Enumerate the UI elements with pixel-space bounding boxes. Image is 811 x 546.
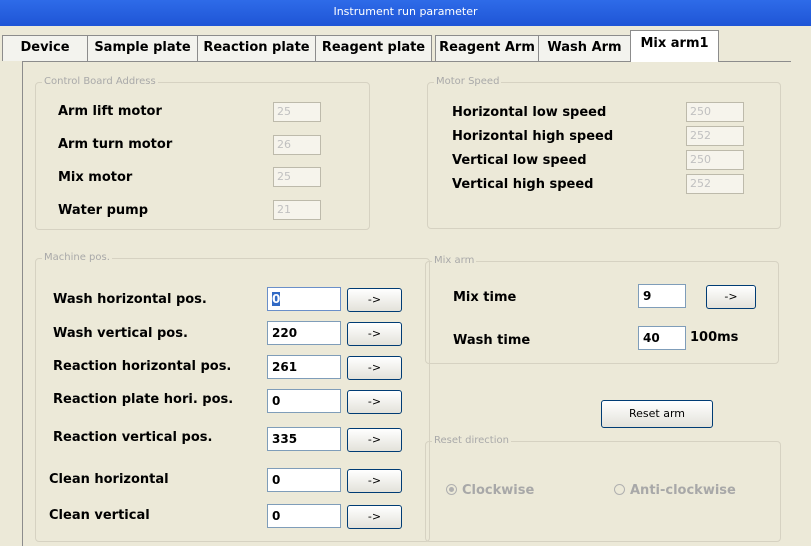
- mix-arm-group: Mix arm Mix time 9 -> Wash time 40 100ms: [425, 254, 779, 364]
- clean-vertical-go-button[interactable]: ->: [347, 505, 402, 529]
- clean-horizontal-input[interactable]: 0: [267, 468, 341, 492]
- wash-horizontal-pos-input[interactable]: 0: [267, 287, 341, 311]
- radio-unselected-icon: [614, 484, 625, 495]
- anti-clockwise-label: Anti-clockwise: [630, 483, 736, 498]
- motor-speed-legend: Motor Speed: [434, 75, 502, 89]
- tab-reaction-plate[interactable]: Reaction plate: [197, 35, 316, 61]
- arm-turn-motor-field: 26: [273, 135, 321, 155]
- wash-horizontal-pos-value: 0: [272, 292, 281, 306]
- radio-selected-icon: [446, 484, 457, 495]
- horizontal-low-speed-field: 250: [686, 102, 744, 122]
- clockwise-radio[interactable]: Clockwise: [446, 483, 534, 499]
- tab-reagent-plate[interactable]: Reagent plate: [315, 35, 432, 61]
- window-titlebar: Instrument run parameter: [0, 0, 811, 26]
- wash-time-unit: 100ms: [690, 330, 739, 345]
- reaction-horizontal-pos-go-button[interactable]: ->: [347, 356, 402, 380]
- wash-horizontal-pos-label: Wash horizontal pos.: [53, 292, 207, 307]
- mix-motor-label: Mix motor: [58, 170, 133, 185]
- arm-turn-motor-label: Arm turn motor: [58, 137, 173, 152]
- control-board-address-legend: Control Board Address: [42, 75, 158, 89]
- clean-horizontal-go-button[interactable]: ->: [347, 469, 402, 493]
- reaction-horizontal-pos-label: Reaction horizontal pos.: [53, 359, 232, 374]
- mix-time-go-button[interactable]: ->: [706, 285, 756, 309]
- mix-time-label: Mix time: [453, 290, 517, 305]
- wash-vertical-pos-go-button[interactable]: ->: [347, 322, 402, 346]
- horizontal-low-speed-label: Horizontal low speed: [452, 105, 607, 120]
- horizontal-high-speed-field: 252: [686, 126, 744, 146]
- clean-horizontal-label: Clean horizontal: [49, 472, 169, 487]
- horizontal-high-speed-label: Horizontal high speed: [452, 129, 614, 144]
- control-board-address-group: Control Board Address Arm lift motor 25 …: [35, 75, 370, 230]
- reset-arm-button[interactable]: Reset arm: [601, 400, 713, 428]
- reaction-horizontal-pos-input[interactable]: 261: [267, 355, 341, 379]
- wash-time-input[interactable]: 40: [638, 326, 686, 350]
- reaction-plate-hori-pos-go-button[interactable]: ->: [347, 390, 402, 414]
- arm-lift-motor-field: 25: [273, 102, 321, 122]
- tab-reagent-arm[interactable]: Reagent Arm: [435, 35, 539, 61]
- reaction-plate-hori-pos-label: Reaction plate hori. pos.: [53, 392, 234, 407]
- water-pump-label: Water pump: [58, 203, 149, 218]
- vertical-high-speed-label: Vertical high speed: [452, 177, 594, 192]
- clean-vertical-input[interactable]: 0: [267, 504, 341, 528]
- reaction-vertical-pos-label: Reaction vertical pos.: [53, 430, 213, 445]
- clockwise-label: Clockwise: [462, 483, 535, 498]
- wash-vertical-pos-input[interactable]: 220: [267, 321, 341, 345]
- tab-mix-arm1[interactable]: Mix arm1: [630, 30, 719, 62]
- clean-vertical-label: Clean vertical: [49, 508, 150, 523]
- vertical-low-speed-label: Vertical low speed: [452, 153, 587, 168]
- tab-device[interactable]: Device: [2, 35, 88, 61]
- motor-speed-group: Motor Speed Horizontal low speed 250 Hor…: [427, 75, 781, 229]
- window-title: Instrument run parameter: [333, 5, 478, 18]
- machine-pos-legend: Machine pos.: [42, 251, 112, 265]
- vertical-high-speed-field: 252: [686, 174, 744, 194]
- reaction-vertical-pos-go-button[interactable]: ->: [347, 428, 402, 452]
- vertical-low-speed-field: 250: [686, 150, 744, 170]
- machine-pos-group: Machine pos. Wash horizontal pos. 0 -> W…: [35, 251, 430, 542]
- wash-time-label: Wash time: [453, 333, 531, 348]
- mix-motor-field: 25: [273, 167, 321, 187]
- reset-direction-legend: Reset direction: [432, 434, 511, 448]
- reaction-plate-hori-pos-input[interactable]: 0: [267, 389, 341, 413]
- reset-direction-group: Reset direction Clockwise Anti-clockwise: [425, 434, 781, 542]
- tab-wash-arm[interactable]: Wash Arm: [538, 35, 631, 61]
- tab-panel-mix-arm1: Control Board Address Arm lift motor 25 …: [22, 61, 791, 546]
- water-pump-field: 21: [273, 200, 321, 220]
- wash-horizontal-pos-go-button[interactable]: ->: [347, 288, 402, 312]
- wash-vertical-pos-label: Wash vertical pos.: [53, 326, 188, 341]
- mix-arm-legend: Mix arm: [432, 254, 477, 268]
- tab-sample-plate[interactable]: Sample plate: [87, 35, 198, 61]
- reaction-vertical-pos-input[interactable]: 335: [267, 427, 341, 451]
- anti-clockwise-radio[interactable]: Anti-clockwise: [614, 483, 736, 499]
- arm-lift-motor-label: Arm lift motor: [58, 104, 162, 119]
- mix-time-input[interactable]: 9: [638, 284, 686, 308]
- tab-strip: Device Sample plate Reaction plate Reage…: [0, 26, 811, 62]
